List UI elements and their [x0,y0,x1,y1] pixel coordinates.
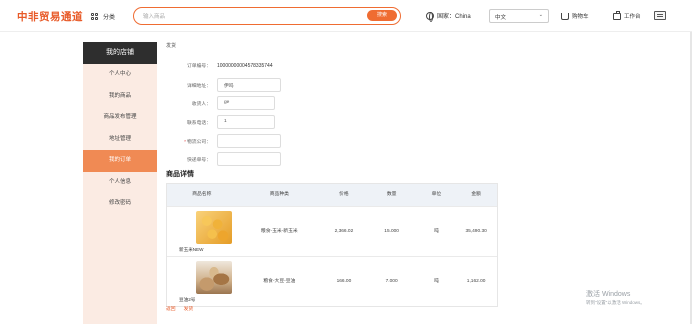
product-name: 新玉米NEW [179,247,204,252]
product-image-corn[interactable] [196,211,232,244]
tracking-field[interactable] [217,152,281,166]
sidebar-item-product-publish[interactable]: 商品发布管理 [83,107,157,129]
sidebar: 我的店铺 个人中心 我的商品 商品发布管理 地址管理 我的订单 个人信息 修改密… [83,42,157,324]
grid-icon [91,12,99,21]
cell-qty: 15.000 [384,229,399,234]
sidebar-item-personal-center[interactable]: 个人中心 [83,64,157,86]
sidebar-item-change-password[interactable]: 修改密码 [83,193,157,215]
sidebar-title: 我的店铺 [83,42,157,64]
briefcase-icon [613,10,621,20]
logistics-label: *物流公司： [166,138,217,145]
product-name: 豆油2号 [179,297,196,302]
col-amount: 金额 [471,192,481,197]
search-input[interactable]: 输入商品 [143,12,165,20]
order-no-label: 订单编号： [187,64,211,69]
watermark-subtitle: 转到"设置"以激活 Windows。 [586,300,645,305]
cell-qty: 7.000 [385,279,398,284]
chevron-down-icon: ⌄ [538,12,543,18]
cell-amount: 1,162.00 [466,279,486,284]
language-value: 中文 [495,15,507,21]
col-unit: 单位 [431,192,442,197]
sidebar-item-address[interactable]: 地址管理 [83,129,157,151]
logistics-field[interactable] [217,134,281,148]
cart-label: 购物车 [572,14,589,20]
recipient-label: 收货人： [191,101,211,107]
required-marker: * [184,139,186,145]
order-no-row: 订单编号： 1000000000457833574​4 [166,62,273,70]
tracking-label: 快递单号： [187,157,211,163]
language-select[interactable]: 中文 ⌄ [489,9,549,23]
search-bar: 输入商品 搜索 [133,7,401,25]
form-actions: 返回 发货 [166,305,193,312]
recipient-row: 收货人： ge [166,96,275,110]
cell-category: 粮食-玉米-新玉米 [260,229,298,234]
col-qty: 数量 [386,192,397,197]
cell-unit: 吨 [433,279,439,284]
recipient-field[interactable]: ge [217,96,275,110]
sidebar-item-personal-info[interactable]: 个人信息 [83,172,157,194]
keyboard-icon[interactable] [654,11,666,20]
workbench-link[interactable]: 工作台 [613,10,641,20]
category-label: 分类 [103,15,116,21]
logistics-row: *物流公司： [166,134,281,148]
product-image-soy-oil[interactable] [196,261,232,294]
cell-unit: 吨 [433,229,439,234]
sidebar-item-my-orders[interactable]: 我的订单 [83,150,157,172]
cell-price: 2,366.02 [334,229,354,234]
country-selector[interactable]: 国家：China [426,11,471,22]
tracking-row: 快递单号： [166,152,281,166]
phone-row: 联系电话： 1 [166,115,275,129]
table-row: 豆油2号 粮食-大豆-豆油 166.00 7.000 吨 1,162.00 [167,256,497,306]
table-header: 商品名称 商品种类 价格 数量 单位 金额 [167,184,497,206]
watermark-title: 激活 Windows [586,291,631,298]
cart-link[interactable]: 购物车 [561,12,589,20]
col-name: 商品名称 [192,192,212,197]
cell-category: 粮食-大豆-豆油 [263,279,296,284]
logistics-label-text: 物流公司： [187,139,211,145]
address-label: 详细地址： [187,83,211,89]
back-button[interactable]: 返回 [166,305,176,312]
phone-label: 联系电话： [187,120,211,126]
address-row: 详细地址： 伊吗 [166,78,281,92]
breadcrumb: 发货 [166,43,177,49]
section-title: 商品详情 [166,171,194,178]
site-logo[interactable]: 中非贸易通道 [17,9,83,24]
cell-price: 166.00 [336,279,352,284]
sidebar-item-my-products[interactable]: 我的商品 [83,86,157,108]
header-divider [0,31,692,32]
main-content: 发货 订单编号： 1000000000457833574​4 详细地址： 伊吗 … [166,42,506,312]
cell-amount: 35,490.30 [465,229,487,234]
product-table: 商品名称 商品种类 价格 数量 单位 金额 新玉米NEW 粮食-玉米-新玉米 2… [166,183,498,307]
table-row: 新玉米NEW 粮食-玉米-新玉米 2,366.02 15.000 吨 35,49… [167,206,497,256]
country-label: 国家：China [437,14,471,20]
workbench-label: 工作台 [624,14,641,20]
cart-icon [561,12,569,20]
ship-button[interactable]: 发货 [184,305,194,312]
col-price: 价格 [339,192,349,197]
col-category: 商品种类 [269,192,289,197]
globe-icon [426,11,434,22]
category-menu[interactable]: 分类 [91,12,115,21]
phone-field[interactable]: 1 [217,115,275,129]
search-button[interactable]: 搜索 [367,10,397,21]
address-field[interactable]: 伊吗 [217,78,281,92]
order-no-value: 1000000000457833574​4 [217,62,273,69]
windows-activation-watermark: 激活 Windows 转到"设置"以激活 Windows。 [586,289,645,306]
